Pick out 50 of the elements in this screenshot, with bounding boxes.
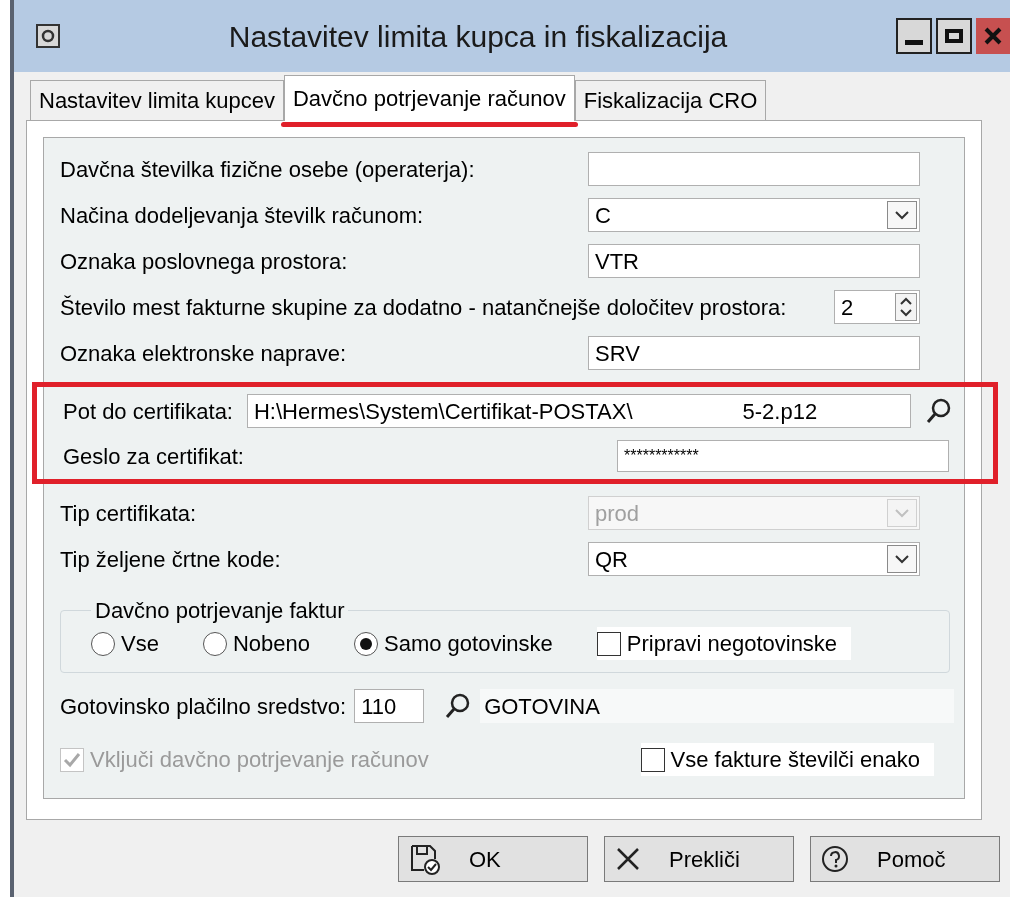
search-icon[interactable] — [925, 397, 953, 425]
radio-button[interactable]: Vse — [91, 627, 159, 660]
minimize-button[interactable] — [896, 18, 932, 54]
spin-field[interactable]: 2 — [834, 290, 920, 324]
group-title: Davčno potrjevanje faktur — [94, 597, 346, 625]
tab[interactable]: Fiskalizacija CRO — [574, 80, 767, 120]
checkbox[interactable]: Vse fakture številči enako — [640, 743, 934, 776]
dialog-button[interactable]: Prekliči — [604, 836, 794, 882]
radio-button[interactable]: Nobeno — [202, 627, 310, 660]
field-label: Oznaka poslovnega prostora: — [60, 247, 348, 276]
checkmark-icon — [63, 750, 81, 769]
dropdown-field[interactable]: C — [588, 198, 920, 232]
floppy-check-icon — [409, 843, 441, 875]
field-label: Število mest fakturne skupine za dodatno - natančnejše določitev prostora: — [60, 293, 787, 322]
payment-name-field: GOTOVINA — [480, 689, 955, 723]
input-field[interactable]: VTR — [588, 244, 920, 278]
dropdown-field[interactable]: QR — [588, 542, 920, 576]
field-label: Davčna številka fizične osebe (operaterja): — [60, 155, 475, 184]
maximize-button[interactable] — [936, 18, 972, 54]
caret-icon — [895, 508, 909, 518]
spinner-arrows-icon[interactable] — [895, 293, 917, 321]
close-icon — [983, 26, 1003, 46]
checkbox[interactable]: Pripravi negotovinske — [596, 627, 852, 660]
dropdown-button[interactable] — [887, 545, 917, 573]
dropdown-button[interactable] — [887, 201, 917, 229]
minimize-icon — [905, 40, 923, 45]
input-field[interactable]: H:\Hermes\System\Certifikat-POSTAX\ 5-2.p12 — [247, 394, 911, 428]
close-button[interactable] — [976, 18, 1010, 54]
tab[interactable]: Nastavitev limita kupcev — [30, 80, 284, 120]
caret-icon — [895, 554, 909, 564]
field-label: Oznaka elektronske naprave: — [60, 339, 347, 368]
maximize-icon — [945, 29, 963, 43]
field-label: Pot do certifikata: — [63, 397, 233, 426]
password-field[interactable]: ************ — [617, 440, 949, 472]
input-field[interactable] — [588, 152, 920, 186]
dialog-button[interactable]: Pomoč — [810, 836, 1000, 882]
dialog-button[interactable]: OK — [398, 836, 588, 882]
close-icon — [615, 846, 641, 872]
input-field[interactable]: SRV — [588, 336, 920, 370]
field-label: Tip certifikata: — [60, 499, 197, 528]
field-label: Tip željene črtne kode: — [60, 545, 281, 574]
radio-button[interactable]: Samo gotovinske — [354, 627, 553, 660]
field-label: Gotovinsko plačilno sredstvo: — [60, 692, 347, 721]
input-field[interactable]: 110 — [354, 689, 425, 723]
window-menu-icon[interactable] — [36, 24, 60, 48]
field-label: Načina dodeljevanja številk računom: — [60, 201, 424, 230]
field-label: Geslo za certifikat: — [63, 442, 244, 471]
window-title: Nastavitev limita kupca in fiskalizacija — [227, 18, 729, 55]
help-icon — [821, 845, 849, 873]
caret-icon — [895, 210, 909, 220]
